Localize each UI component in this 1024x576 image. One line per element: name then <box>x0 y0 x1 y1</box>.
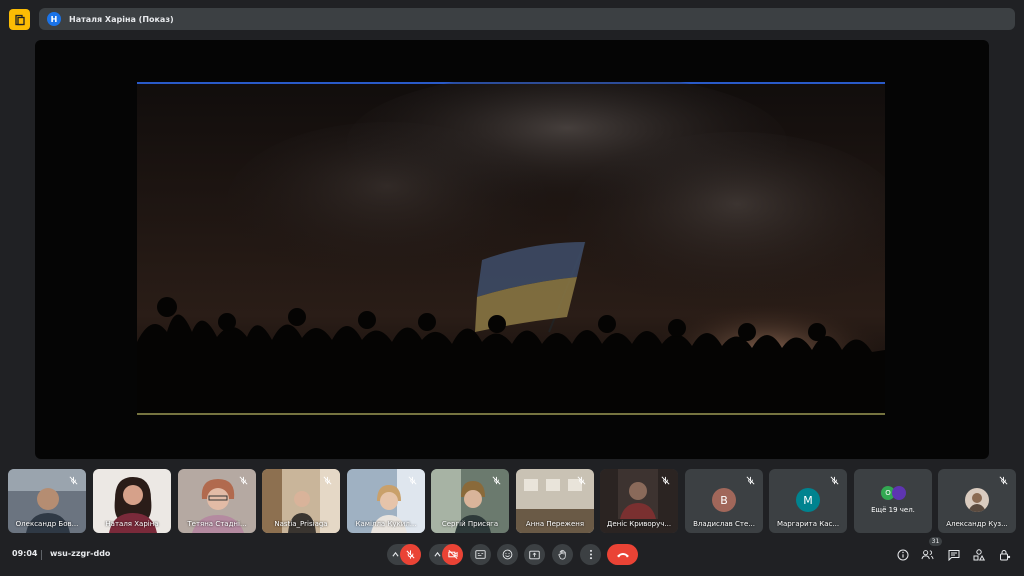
participant-name: Деніс Криворуч... <box>606 520 672 528</box>
end-call-icon <box>616 552 629 557</box>
participant-tile[interactable]: Наталя Харіна <box>93 469 171 533</box>
more-participants-avatars: О <box>881 486 911 500</box>
participant-name: Камілла Кукил... <box>355 520 417 528</box>
presentation-stage[interactable] <box>35 40 989 459</box>
mic-off-icon <box>830 476 839 485</box>
participant-tile[interactable]: Анна Переженя <box>516 469 594 533</box>
mic-off-icon <box>239 476 248 485</box>
people-count-badge: 31 <box>929 537 942 546</box>
mic-off-icon <box>69 476 78 485</box>
camera-control <box>429 544 463 565</box>
participant-name: Александр Куз... <box>946 520 1008 528</box>
participant-tile[interactable]: Тетяна Стадні... <box>178 469 256 533</box>
participant-tile[interactable]: Камілла Кукил... <box>347 469 425 533</box>
participant-name: Анна Переженя <box>525 520 585 528</box>
participant-tile[interactable]: Олександр Бов... <box>8 469 86 533</box>
more-vert-icon <box>589 549 592 560</box>
top-bar: Н Наталя Харіна (Показ) <box>0 0 1024 38</box>
participant-tile[interactable]: Александр Куз... <box>938 469 1016 533</box>
mic-off-icon <box>661 476 670 485</box>
reactions-button[interactable] <box>497 544 518 565</box>
participant-tile[interactable]: Деніс Криворуч... <box>600 469 678 533</box>
chat-icon <box>948 549 959 561</box>
participant-name: Маргарита Кас... <box>776 520 840 528</box>
mic-off-icon <box>406 550 415 559</box>
more-options-button[interactable] <box>580 544 601 565</box>
shared-video[interactable] <box>137 82 885 416</box>
more-participants-label: Ещё 19 чел. <box>871 506 915 514</box>
chevron-up-icon[interactable] <box>392 551 399 558</box>
people-icon <box>921 550 934 560</box>
mic-off-icon <box>577 476 586 485</box>
meet-doc-icon[interactable] <box>9 9 30 30</box>
presenter-banner: Н Наталя Харіна (Показ) <box>39 8 1015 30</box>
participant-tile[interactable]: Сергій Присяга <box>431 469 509 533</box>
mic-off-icon <box>323 476 332 485</box>
camera-off-icon <box>447 550 458 559</box>
participant-name: Nastia_Prisiaga <box>274 520 328 528</box>
camera-toggle-button[interactable] <box>442 544 463 565</box>
participant-tile[interactable]: М Маргарита Кас... <box>769 469 847 533</box>
present-screen-icon <box>529 550 540 559</box>
host-controls-button[interactable] <box>998 548 1011 561</box>
participant-avatar <box>892 486 906 500</box>
participant-name: Владислав Сте... <box>693 520 755 528</box>
present-button[interactable] <box>524 544 545 565</box>
mic-control <box>387 544 421 565</box>
captions-button[interactable] <box>470 544 491 565</box>
participant-name: Наталя Харіна <box>105 520 159 528</box>
participant-name: Тетяна Стадні... <box>187 520 247 528</box>
clock: 09:04 <box>12 549 38 558</box>
mic-toggle-button[interactable] <box>400 544 421 565</box>
mic-off-icon <box>492 476 501 485</box>
activities-button[interactable] <box>972 548 985 561</box>
meet-window: Н Наталя Харіна (Показ) Олександр Бов...… <box>0 0 1024 576</box>
presenter-avatar: Н <box>47 12 61 26</box>
shapes-icon <box>973 548 985 560</box>
participant-avatar <box>965 488 989 512</box>
bottom-bar: 09:04 wsu-zzgr-ddo <box>0 540 1024 576</box>
participant-tile[interactable]: Nastia_Prisiaga <box>262 469 340 533</box>
meeting-code: wsu-zzgr-ddo <box>50 549 111 558</box>
chevron-up-icon[interactable] <box>434 551 441 558</box>
hand-icon <box>558 549 566 560</box>
people-button[interactable] <box>921 548 934 561</box>
meeting-details-button[interactable] <box>896 548 909 561</box>
chat-button[interactable] <box>947 548 960 561</box>
cc-icon <box>475 550 486 559</box>
participant-strip: Олександр Бов... Наталя Харіна Тетяна Ст… <box>8 469 1016 533</box>
mic-off-icon <box>408 476 417 485</box>
participant-avatar: В <box>712 488 736 512</box>
participant-tile[interactable]: В Владислав Сте... <box>685 469 763 533</box>
raise-hand-button[interactable] <box>552 544 573 565</box>
participant-name: Олександр Бов... <box>15 520 79 528</box>
mic-off-icon <box>999 476 1008 485</box>
participant-avatar: М <box>796 488 820 512</box>
mic-off-icon <box>746 476 755 485</box>
info-icon <box>897 549 908 560</box>
more-participants-tile[interactable]: О Ещё 19 чел. <box>854 469 932 533</box>
lock-person-icon <box>999 549 1010 560</box>
emoji-icon <box>502 549 513 560</box>
presenter-label: Наталя Харіна (Показ) <box>69 14 174 24</box>
participant-name: Сергій Присяга <box>441 520 499 528</box>
divider <box>41 550 42 560</box>
leave-call-button[interactable] <box>607 544 638 565</box>
